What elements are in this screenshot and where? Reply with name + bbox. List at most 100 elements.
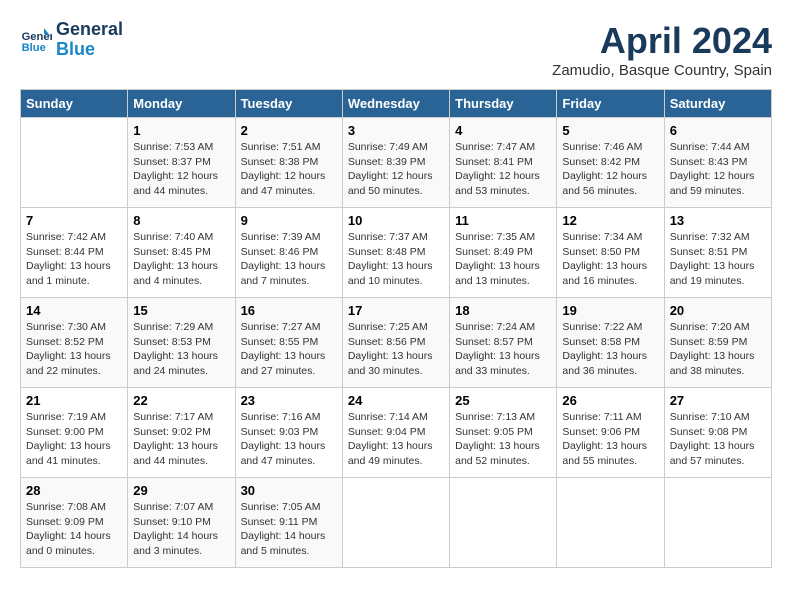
calendar-table: SundayMondayTuesdayWednesdayThursdayFrid… xyxy=(20,89,772,568)
day-number: 29 xyxy=(133,483,229,498)
header-monday: Monday xyxy=(128,90,235,118)
day-number: 20 xyxy=(670,303,766,318)
day-cell: 15 Sunrise: 7:29 AM Sunset: 8:53 PM Dayli… xyxy=(128,298,235,388)
day-cell: 9 Sunrise: 7:39 AM Sunset: 8:46 PM Daylig… xyxy=(235,208,342,298)
day-cell: 29 Sunrise: 7:07 AM Sunset: 9:10 PM Dayli… xyxy=(128,478,235,568)
day-info: Sunrise: 7:32 AM Sunset: 8:51 PM Dayligh… xyxy=(670,230,766,289)
day-info: Sunrise: 7:47 AM Sunset: 8:41 PM Dayligh… xyxy=(455,140,551,199)
page-header: General Blue General Blue April 2024 Zam… xyxy=(20,20,772,79)
day-number: 5 xyxy=(562,123,658,138)
day-info: Sunrise: 7:42 AM Sunset: 8:44 PM Dayligh… xyxy=(26,230,122,289)
day-cell: 19 Sunrise: 7:22 AM Sunset: 8:58 PM Dayli… xyxy=(557,298,664,388)
week-row-2: 7 Sunrise: 7:42 AM Sunset: 8:44 PM Daylig… xyxy=(21,208,772,298)
day-cell xyxy=(21,118,128,208)
day-number: 25 xyxy=(455,393,551,408)
day-info: Sunrise: 7:24 AM Sunset: 8:57 PM Dayligh… xyxy=(455,320,551,379)
day-info: Sunrise: 7:20 AM Sunset: 8:59 PM Dayligh… xyxy=(670,320,766,379)
day-info: Sunrise: 7:44 AM Sunset: 8:43 PM Dayligh… xyxy=(670,140,766,199)
day-info: Sunrise: 7:40 AM Sunset: 8:45 PM Dayligh… xyxy=(133,230,229,289)
day-cell: 14 Sunrise: 7:30 AM Sunset: 8:52 PM Dayli… xyxy=(21,298,128,388)
day-info: Sunrise: 7:19 AM Sunset: 9:00 PM Dayligh… xyxy=(26,410,122,469)
day-cell: 26 Sunrise: 7:11 AM Sunset: 9:06 PM Dayli… xyxy=(557,388,664,478)
day-number: 17 xyxy=(348,303,444,318)
day-number: 13 xyxy=(670,213,766,228)
day-number: 15 xyxy=(133,303,229,318)
day-info: Sunrise: 7:27 AM Sunset: 8:55 PM Dayligh… xyxy=(241,320,337,379)
day-info: Sunrise: 7:14 AM Sunset: 9:04 PM Dayligh… xyxy=(348,410,444,469)
header-sunday: Sunday xyxy=(21,90,128,118)
day-info: Sunrise: 7:05 AM Sunset: 9:11 PM Dayligh… xyxy=(241,500,337,559)
day-cell: 11 Sunrise: 7:35 AM Sunset: 8:49 PM Dayli… xyxy=(450,208,557,298)
day-cell: 13 Sunrise: 7:32 AM Sunset: 8:51 PM Dayli… xyxy=(664,208,771,298)
day-cell: 1 Sunrise: 7:53 AM Sunset: 8:37 PM Daylig… xyxy=(128,118,235,208)
day-info: Sunrise: 7:17 AM Sunset: 9:02 PM Dayligh… xyxy=(133,410,229,469)
week-row-4: 21 Sunrise: 7:19 AM Sunset: 9:00 PM Dayli… xyxy=(21,388,772,478)
day-info: Sunrise: 7:25 AM Sunset: 8:56 PM Dayligh… xyxy=(348,320,444,379)
day-info: Sunrise: 7:29 AM Sunset: 8:53 PM Dayligh… xyxy=(133,320,229,379)
svg-text:Blue: Blue xyxy=(22,42,46,54)
day-number: 30 xyxy=(241,483,337,498)
day-cell: 21 Sunrise: 7:19 AM Sunset: 9:00 PM Dayli… xyxy=(21,388,128,478)
month-title: April 2024 xyxy=(552,20,772,62)
day-info: Sunrise: 7:13 AM Sunset: 9:05 PM Dayligh… xyxy=(455,410,551,469)
header-wednesday: Wednesday xyxy=(342,90,449,118)
day-cell: 27 Sunrise: 7:10 AM Sunset: 9:08 PM Dayli… xyxy=(664,388,771,478)
day-number: 9 xyxy=(241,213,337,228)
day-number: 19 xyxy=(562,303,658,318)
day-info: Sunrise: 7:22 AM Sunset: 8:58 PM Dayligh… xyxy=(562,320,658,379)
day-number: 14 xyxy=(26,303,122,318)
day-number: 26 xyxy=(562,393,658,408)
header-row: SundayMondayTuesdayWednesdayThursdayFrid… xyxy=(21,90,772,118)
week-row-1: 1 Sunrise: 7:53 AM Sunset: 8:37 PM Daylig… xyxy=(21,118,772,208)
day-cell: 30 Sunrise: 7:05 AM Sunset: 9:11 PM Dayli… xyxy=(235,478,342,568)
day-number: 22 xyxy=(133,393,229,408)
day-info: Sunrise: 7:30 AM Sunset: 8:52 PM Dayligh… xyxy=(26,320,122,379)
day-cell: 28Sunrise: 7:08 AM Sunset: 9:09 PM Dayli… xyxy=(21,478,128,568)
week-row-5: 28Sunrise: 7:08 AM Sunset: 9:09 PM Dayli… xyxy=(21,478,772,568)
title-area: April 2024 Zamudio, Basque Country, Spai… xyxy=(552,20,772,79)
day-number: 1 xyxy=(133,123,229,138)
day-cell: 23Sunrise: 7:16 AM Sunset: 9:03 PM Dayli… xyxy=(235,388,342,478)
day-number: 16 xyxy=(241,303,337,318)
day-cell: 20 Sunrise: 7:20 AM Sunset: 8:59 PM Dayli… xyxy=(664,298,771,388)
day-number: 6 xyxy=(670,123,766,138)
header-saturday: Saturday xyxy=(664,90,771,118)
day-cell xyxy=(664,478,771,568)
location-subtitle: Zamudio, Basque Country, Spain xyxy=(552,62,772,79)
day-info: Sunrise: 7:46 AM Sunset: 8:42 PM Dayligh… xyxy=(562,140,658,199)
day-info: Sunrise: 7:49 AM Sunset: 8:39 PM Dayligh… xyxy=(348,140,444,199)
day-number: 27 xyxy=(670,393,766,408)
day-info: Sunrise: 7:07 AM Sunset: 9:10 PM Dayligh… xyxy=(133,500,229,559)
day-cell: 6 Sunrise: 7:44 AM Sunset: 8:43 PM Daylig… xyxy=(664,118,771,208)
day-info: Sunrise: 7:51 AM Sunset: 8:38 PM Dayligh… xyxy=(241,140,337,199)
day-number: 21 xyxy=(26,393,122,408)
day-cell: 5 Sunrise: 7:46 AM Sunset: 8:42 PM Daylig… xyxy=(557,118,664,208)
day-number: 18 xyxy=(455,303,551,318)
day-cell xyxy=(557,478,664,568)
day-cell: 3Sunrise: 7:49 AM Sunset: 8:39 PM Daylig… xyxy=(342,118,449,208)
day-cell: 16 Sunrise: 7:27 AM Sunset: 8:55 PM Dayli… xyxy=(235,298,342,388)
day-cell: 18 Sunrise: 7:24 AM Sunset: 8:57 PM Dayli… xyxy=(450,298,557,388)
day-number: 7 xyxy=(26,213,122,228)
header-thursday: Thursday xyxy=(450,90,557,118)
day-cell: 25 Sunrise: 7:13 AM Sunset: 9:05 PM Dayli… xyxy=(450,388,557,478)
day-number: 2 xyxy=(241,123,337,138)
day-cell: 24 Sunrise: 7:14 AM Sunset: 9:04 PM Dayli… xyxy=(342,388,449,478)
day-number: 24 xyxy=(348,393,444,408)
logo-text-line2: Blue xyxy=(56,40,123,60)
header-friday: Friday xyxy=(557,90,664,118)
day-info: Sunrise: 7:10 AM Sunset: 9:08 PM Dayligh… xyxy=(670,410,766,469)
day-info: Sunrise: 7:34 AM Sunset: 8:50 PM Dayligh… xyxy=(562,230,658,289)
day-info: Sunrise: 7:35 AM Sunset: 8:49 PM Dayligh… xyxy=(455,230,551,289)
day-cell: 8Sunrise: 7:40 AM Sunset: 8:45 PM Daylig… xyxy=(128,208,235,298)
day-cell: 17 Sunrise: 7:25 AM Sunset: 8:56 PM Dayli… xyxy=(342,298,449,388)
logo: General Blue General Blue xyxy=(20,20,123,60)
header-tuesday: Tuesday xyxy=(235,90,342,118)
day-cell: 2 Sunrise: 7:51 AM Sunset: 8:38 PM Daylig… xyxy=(235,118,342,208)
day-info: Sunrise: 7:53 AM Sunset: 8:37 PM Dayligh… xyxy=(133,140,229,199)
day-info: Sunrise: 7:39 AM Sunset: 8:46 PM Dayligh… xyxy=(241,230,337,289)
day-number: 4 xyxy=(455,123,551,138)
day-info: Sunrise: 7:11 AM Sunset: 9:06 PM Dayligh… xyxy=(562,410,658,469)
day-number: 23 xyxy=(241,393,337,408)
day-number: 11 xyxy=(455,213,551,228)
